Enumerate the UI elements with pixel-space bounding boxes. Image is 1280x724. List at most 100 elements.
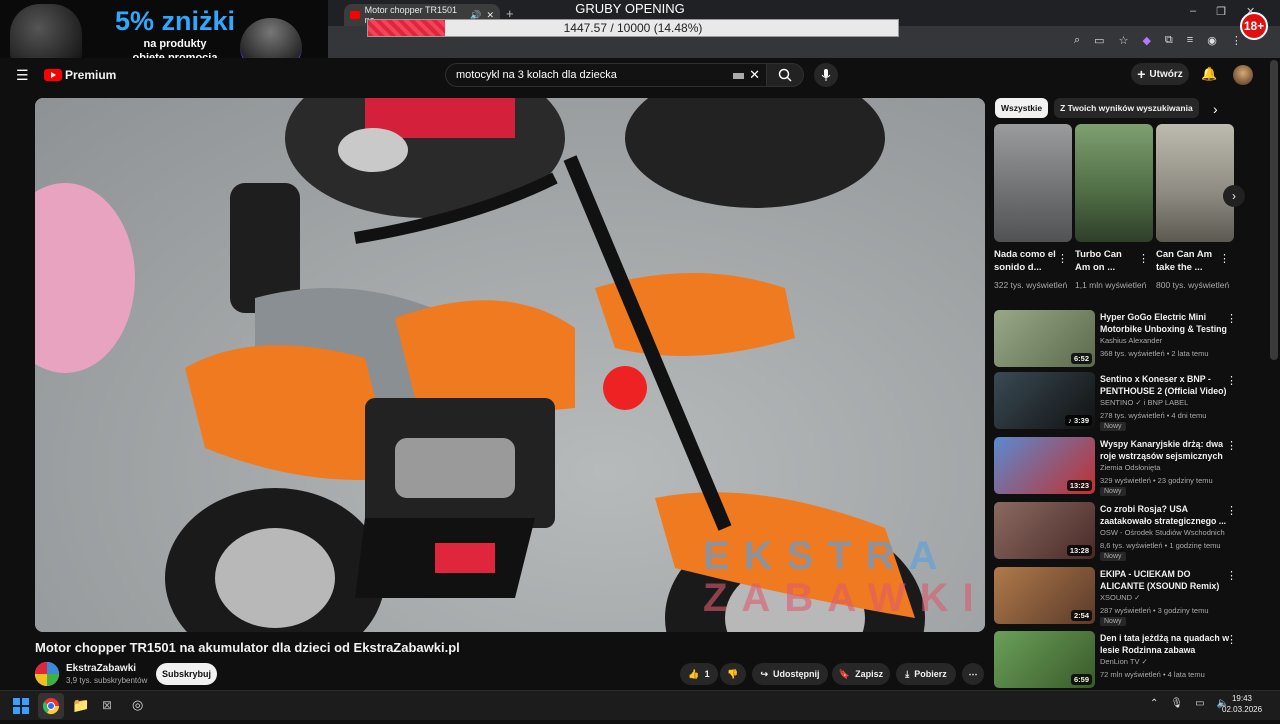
taskbar-chrome-slot[interactable] — [38, 693, 64, 719]
minimize-icon[interactable]: – — [1190, 5, 1196, 18]
more-actions-button[interactable]: ⋯ — [962, 663, 984, 685]
recommendation-title: EKIPA - UCIEKAM DO ALICANTE (XSOUND Remi… — [1100, 569, 1220, 591]
windows-taskbar: 📁 ⊠ ◎ — [0, 690, 1280, 720]
chip-from-search[interactable]: Z Twoich wyników wyszukiwania — [1054, 98, 1199, 118]
hamburger-menu-icon[interactable]: ☰ — [16, 67, 29, 84]
recommendation-meta: 329 wyświetleń • 23 godziny temu — [1100, 476, 1213, 485]
search-button[interactable] — [766, 63, 804, 87]
dislike-button[interactable]: 👎 — [720, 663, 746, 685]
recommendation-channel[interactable]: Ziemia Odsłonięta — [1100, 463, 1160, 472]
recommendation-menu-icon[interactable]: ⋮ — [1226, 633, 1237, 646]
voice-search-button[interactable] — [814, 63, 838, 87]
cast-icon[interactable]: ▭ — [1094, 34, 1104, 47]
recommendation-title: Den i tata jeżdżą na quadach w lesie Rod… — [1100, 633, 1230, 655]
video-title: Motor chopper TR1501 na akumulator dla d… — [35, 640, 460, 655]
zoom-icon[interactable]: ⌕ — [1074, 34, 1080, 47]
share-label: Udostępnij — [773, 669, 820, 679]
chips-next-chevron-icon[interactable]: › — [1213, 101, 1218, 117]
age-badge: 18+ — [1240, 12, 1268, 40]
terminal-icon[interactable]: ⊠ — [102, 698, 112, 712]
recommendation-item[interactable]: 6:59 Den i tata jeżdżą na quadach w lesi… — [994, 631, 1264, 691]
ad-line1: na produkty — [143, 38, 207, 50]
recommendation-thumbnail: 6:52 — [994, 310, 1095, 367]
short-menu-icon[interactable]: ⋮ — [1219, 252, 1230, 265]
browser-menu-icon[interactable]: ⋮ — [1231, 34, 1242, 47]
short-item[interactable]: Turbo Can Am on ... 1,1 mln wyświetleń ⋮ — [1075, 124, 1153, 291]
tray-mic-icon[interactable]: 🎙 — [1170, 698, 1183, 709]
short-menu-icon[interactable]: ⋮ — [1057, 252, 1068, 265]
recommendation-item[interactable]: 13:23 Wyspy Kanaryjskie drżą: dwa roje w… — [994, 437, 1264, 497]
recommendation-title: Co zrobi Rosja? USA zaatakowało strategi… — [1100, 504, 1227, 526]
user-avatar[interactable] — [1233, 65, 1253, 85]
recommendation-menu-icon[interactable]: ⋮ — [1226, 504, 1237, 517]
network-icon[interactable]: ▭ — [1195, 698, 1204, 709]
filter-chips: Wszystkie Z Twoich wyników wyszukiwania — [995, 98, 1199, 118]
recommendation-menu-icon[interactable]: ⋮ — [1226, 312, 1237, 325]
short-thumbnail — [1075, 124, 1153, 242]
notifications-bell-icon[interactable]: 🔔 — [1201, 66, 1217, 82]
keyboard-icon[interactable] — [733, 73, 744, 79]
recommendation-meta: 368 tys. wyświetleń • 2 lata temu — [1100, 349, 1209, 358]
download-button[interactable]: ⤓ Pobierz — [896, 663, 956, 685]
recommendation-thumbnail: ♪ 3:39 — [994, 372, 1095, 429]
recommendation-channel[interactable]: XSOUND ✓ — [1100, 593, 1140, 602]
channel-name[interactable]: EkstraZabawki — [66, 663, 136, 674]
recommendation-channel[interactable]: DenLion TV ✓ — [1100, 657, 1148, 666]
puzzle-icon[interactable]: ⧉ — [1165, 34, 1173, 47]
youtube-logo[interactable]: Premium — [44, 68, 116, 82]
recommendation-channel[interactable]: SENTINO ✓ i BNP LABEL — [1100, 398, 1188, 407]
recommendation-thumbnail: 6:59 — [994, 631, 1095, 688]
short-views: 1,1 mln wyświetleń — [1075, 280, 1147, 290]
new-badge: Nowy — [1100, 617, 1126, 626]
file-explorer-icon[interactable]: 📁 — [72, 697, 89, 714]
shorts-next-chevron-icon[interactable]: › — [1223, 185, 1245, 207]
recommendation-meta: 278 tys. wyświetleń • 4 dni temu — [1100, 411, 1207, 420]
channel-avatar[interactable] — [35, 662, 59, 686]
recommendation-meta: 8,6 tys. wyświetleń • 1 godzinę temu — [1100, 541, 1221, 550]
download-icon: ⤓ — [905, 668, 910, 679]
save-button[interactable]: 🔖 Zapisz — [832, 663, 890, 685]
recommendation-item[interactable]: 13:28 Co zrobi Rosja? USA zaatakowało st… — [994, 502, 1264, 562]
like-button[interactable]: 👍 1 — [680, 663, 718, 685]
overlay-title: GRUBY OPENING — [575, 1, 685, 16]
page-scrollbar[interactable] — [1270, 60, 1278, 360]
app-icon[interactable]: ◎ — [132, 697, 143, 713]
reading-list-icon[interactable]: ≡ — [1187, 34, 1193, 47]
new-badge: Nowy — [1100, 422, 1126, 431]
share-button[interactable]: ↪ Udostępnij — [752, 663, 828, 685]
recommendation-item[interactable]: 2:54 EKIPA - UCIEKAM DO ALICANTE (XSOUND… — [994, 567, 1264, 627]
subscribe-button[interactable]: Subskrybuj — [156, 663, 217, 685]
bookmark-star-icon[interactable]: ☆ — [1119, 34, 1129, 47]
recommendation-menu-icon[interactable]: ⋮ — [1226, 374, 1237, 387]
video-player[interactable]: EKSTRA ZABAWKI — [35, 98, 985, 632]
recommendation-item[interactable]: 6:52 Hyper GoGo Electric Mini Motorbike … — [994, 310, 1264, 370]
profile-icon[interactable]: ◉ — [1207, 34, 1217, 47]
short-views: 322 tys. wyświetleń — [994, 280, 1068, 290]
tray-expand-icon[interactable]: ⌃ — [1150, 698, 1158, 709]
video-duration: 13:28 — [1066, 545, 1092, 556]
maximize-icon[interactable]: ❐ — [1216, 5, 1226, 18]
recommendation-channel[interactable]: OSW - Ośrodek Studiów Wschodnich — [1100, 528, 1225, 537]
youtube-play-icon — [44, 69, 62, 81]
logo-text: Premium — [65, 68, 117, 82]
ad-headline: 5% zniżki — [114, 6, 236, 36]
short-menu-icon[interactable]: ⋮ — [1138, 252, 1149, 265]
system-tray: ⌃ 🎙 ▭ 🔈 — [1150, 698, 1229, 709]
recommendation-menu-icon[interactable]: ⋮ — [1226, 439, 1237, 452]
recommendation-title: Sentino x Koneser x BNP - PENTHOUSE 2 (O… — [1100, 374, 1227, 396]
short-item[interactable]: Can Can Am take the ... 800 tys. wyświet… — [1156, 124, 1234, 291]
recommendation-channel[interactable]: Kashius Alexander — [1100, 336, 1162, 345]
create-button[interactable]: + Utwórz — [1131, 63, 1189, 85]
chip-all[interactable]: Wszystkie — [995, 98, 1049, 118]
short-title: Nada como el sonido d... — [994, 249, 1056, 273]
clear-search-icon[interactable]: ✕ — [749, 67, 760, 83]
recommendation-item[interactable]: ♪ 3:39 Sentino x Koneser x BNP - PENTHOU… — [994, 372, 1264, 432]
short-item[interactable]: Nada como el sonido d... 322 tys. wyświe… — [994, 124, 1072, 291]
recommendation-menu-icon[interactable]: ⋮ — [1226, 569, 1237, 582]
windows-start-icon[interactable] — [13, 698, 29, 714]
taskbar-clock[interactable]: 19:43 02.03.2026 — [1222, 693, 1262, 715]
extension-icon[interactable]: ◆ — [1142, 34, 1150, 47]
clock-date: 02.03.2026 — [1222, 705, 1263, 714]
microphone-icon — [821, 69, 831, 81]
search-input[interactable]: motocykl na 3 kolach dla dziecka ✕ — [445, 63, 767, 87]
